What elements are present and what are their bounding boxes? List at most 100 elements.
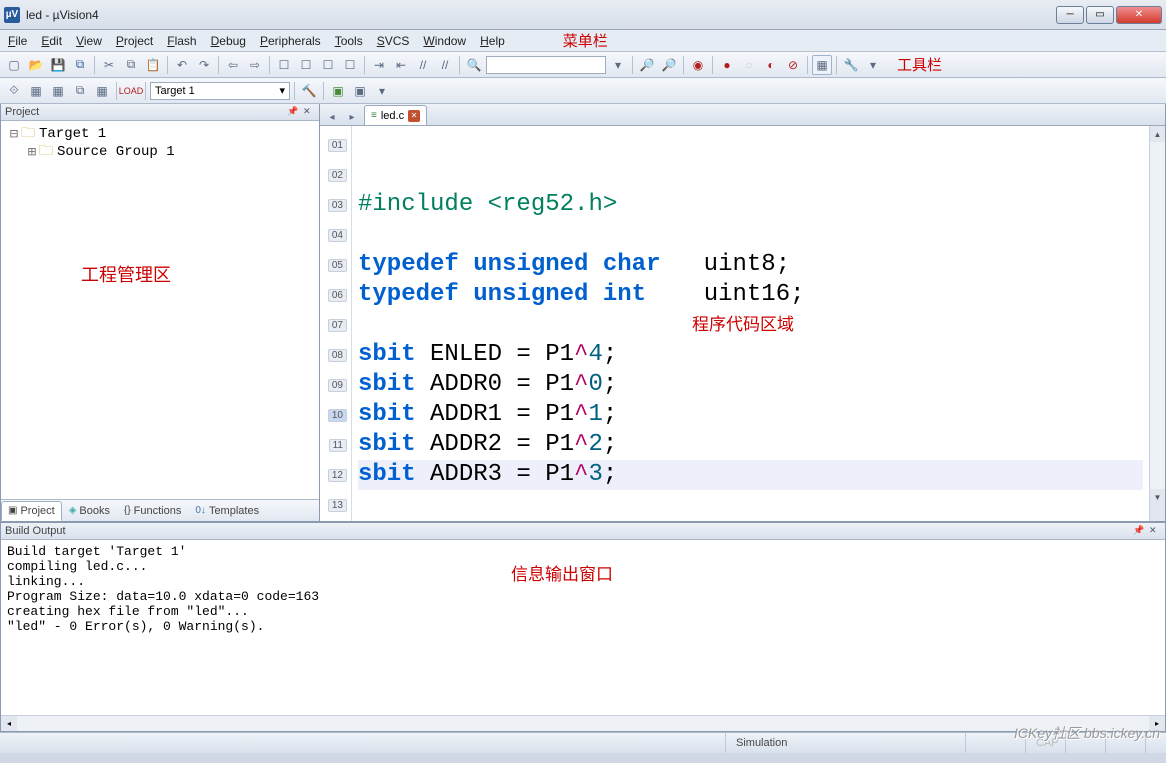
project-panel-header: Project 📌 ✕	[1, 104, 319, 121]
build-close-icon[interactable]: ✕	[1149, 525, 1161, 537]
status-cap: CAP	[1025, 733, 1065, 753]
tab-books[interactable]: ◈Books	[62, 501, 117, 521]
stop-build-icon[interactable]: ▦	[92, 81, 112, 101]
copy-icon[interactable]: ⧉	[121, 55, 141, 75]
maximize-button[interactable]: ▭	[1086, 6, 1114, 24]
window-toggle-icon[interactable]: ▦	[812, 55, 832, 75]
translate-icon[interactable]: ⟐	[4, 81, 24, 101]
menu-debug[interactable]: Debug	[211, 34, 246, 48]
find-dropdown-icon[interactable]: ▾	[608, 55, 628, 75]
toolbar-dropdown-icon[interactable]: ▾	[863, 55, 883, 75]
tab-templates[interactable]: 0↓Templates	[188, 501, 266, 521]
app-icon: µV	[4, 7, 20, 23]
build-icon[interactable]: ▦	[26, 81, 46, 101]
build-output-panel: Build Output 📌 ✕ Build target 'Target 1'…	[0, 522, 1166, 732]
redo-icon[interactable]: ↷	[194, 55, 214, 75]
project-tree[interactable]: ⊟🗀Target 1 ⊞🗀Source Group 1 工程管理区	[1, 121, 319, 499]
debug-icon[interactable]: ◉	[688, 55, 708, 75]
menu-file[interactable]: File	[8, 34, 27, 48]
tab-nav-left-icon[interactable]: ◂	[324, 109, 340, 125]
tab-nav-right-icon[interactable]: ▸	[344, 109, 360, 125]
options-icon[interactable]: 🔨	[299, 81, 319, 101]
outdent-icon[interactable]: ⇤	[391, 55, 411, 75]
nav-back-icon[interactable]: ⇦	[223, 55, 243, 75]
build-pin-icon[interactable]: 📌	[1133, 525, 1145, 537]
bookmark-clear-icon[interactable]: ☐	[340, 55, 360, 75]
open-file-icon[interactable]: 📂	[26, 55, 46, 75]
build-output-header: Build Output 📌 ✕	[1, 523, 1165, 540]
line-gutter: 01020304050607080910111213	[320, 126, 352, 521]
tab-close-icon[interactable]: ✕	[408, 110, 420, 122]
annotation-project: 工程管理区	[81, 261, 171, 287]
breakpoint-enable-icon[interactable]: ○	[739, 55, 759, 75]
find-in-files-icon[interactable]: 🔍	[464, 55, 484, 75]
project-panel-title: Project	[5, 106, 39, 118]
comment-icon[interactable]: //	[413, 55, 433, 75]
editor-area: ◂ ▸ ≡led.c✕ 01020304050607080910111213 #…	[320, 104, 1166, 522]
bookmark-icon[interactable]: ☐	[274, 55, 294, 75]
status-bar: Simulation CAP	[0, 732, 1166, 753]
scroll-up-icon[interactable]: ▲	[1150, 126, 1165, 142]
menu-help[interactable]: Help	[480, 34, 505, 48]
nav-fwd-icon[interactable]: ⇨	[245, 55, 265, 75]
build-output-title: Build Output	[5, 525, 66, 537]
hscroll-right-icon[interactable]: ▸	[1149, 716, 1165, 731]
close-button[interactable]: ✕	[1116, 6, 1162, 24]
panel-close-icon[interactable]: ✕	[303, 106, 315, 118]
scroll-down-icon[interactable]: ▼	[1150, 489, 1165, 505]
menu-flash[interactable]: Flash	[167, 34, 196, 48]
rebuild-icon[interactable]: ▦	[48, 81, 68, 101]
menu-peripherals[interactable]: Peripherals	[260, 34, 321, 48]
build-hscrollbar[interactable]: ◂ ▸	[1, 715, 1165, 731]
editor-tabs: ◂ ▸ ≡led.c✕	[320, 104, 1165, 126]
undo-icon[interactable]: ↶	[172, 55, 192, 75]
batch-build-icon[interactable]: ⧉	[70, 81, 90, 101]
menu-view[interactable]: View	[76, 34, 102, 48]
find-input[interactable]	[486, 56, 606, 74]
window-title: led - µVision4	[26, 8, 1056, 22]
annotation-output: 信息输出窗口	[511, 560, 613, 586]
title-bar: µV led - µVision4 ─ ▭ ✕	[0, 0, 1166, 30]
bookmark-next-icon[interactable]: ☐	[318, 55, 338, 75]
download-icon[interactable]: LOAD	[121, 81, 141, 101]
build-output-text[interactable]: Build target 'Target 1' compiling led.c.…	[1, 540, 1165, 715]
bookmark-prev-icon[interactable]: ☐	[296, 55, 316, 75]
toolbar2-dropdown-icon[interactable]: ▾	[372, 81, 392, 101]
cut-icon[interactable]: ✂	[99, 55, 119, 75]
manage-books-icon[interactable]: ▣	[350, 81, 370, 101]
status-mode: Simulation	[725, 733, 965, 753]
target-select[interactable]: Target 1▾	[150, 82, 290, 100]
breakpoint-insert-icon[interactable]: ●	[717, 55, 737, 75]
annotation-toolbar: 工具栏	[897, 54, 942, 75]
paste-icon[interactable]: 📋	[143, 55, 163, 75]
hscroll-left-icon[interactable]: ◂	[1, 716, 17, 731]
tree-child[interactable]: Source Group 1	[57, 144, 175, 160]
indent-icon[interactable]: ⇥	[369, 55, 389, 75]
save-all-icon[interactable]: ⧉	[70, 55, 90, 75]
configure-icon[interactable]: 🔧	[841, 55, 861, 75]
breakpoint-disable-icon[interactable]: ◐	[761, 55, 781, 75]
menu-project[interactable]: Project	[116, 34, 153, 48]
menu-tools[interactable]: Tools	[335, 34, 363, 48]
menu-edit[interactable]: Edit	[41, 34, 62, 48]
menu-svcs[interactable]: SVCS	[377, 34, 410, 48]
menu-bar: File Edit View Project Flash Debug Peripherals…	[0, 30, 1166, 52]
build-toolbar: ⟐ ▦ ▦ ⧉ ▦ LOAD Target 1▾ 🔨 ▣ ▣ ▾	[0, 78, 1166, 104]
code-editor[interactable]: 01020304050607080910111213 #include <reg…	[320, 126, 1165, 521]
incremental-find-icon[interactable]: 🔎	[659, 55, 679, 75]
editor-tab-ledc[interactable]: ≡led.c✕	[364, 105, 427, 125]
editor-vscrollbar[interactable]: ▲ ▼	[1149, 126, 1165, 521]
manage-project-icon[interactable]: ▣	[328, 81, 348, 101]
uncomment-icon[interactable]: //	[435, 55, 455, 75]
code-body[interactable]: #include <reg52.h>typedef unsigned char …	[352, 126, 1149, 521]
scroll-resize-icon[interactable]	[1150, 505, 1165, 521]
pin-icon[interactable]: 📌	[287, 106, 299, 118]
minimize-button[interactable]: ─	[1056, 6, 1084, 24]
tab-project[interactable]: ▣Project	[1, 501, 62, 521]
breakpoint-kill-icon[interactable]: ⊘	[783, 55, 803, 75]
menu-window[interactable]: Window	[423, 34, 466, 48]
save-icon[interactable]: 💾	[48, 55, 68, 75]
find-icon[interactable]: 🔎	[637, 55, 657, 75]
new-file-icon[interactable]: ▢	[4, 55, 24, 75]
tab-functions[interactable]: {}Functions	[117, 501, 188, 521]
